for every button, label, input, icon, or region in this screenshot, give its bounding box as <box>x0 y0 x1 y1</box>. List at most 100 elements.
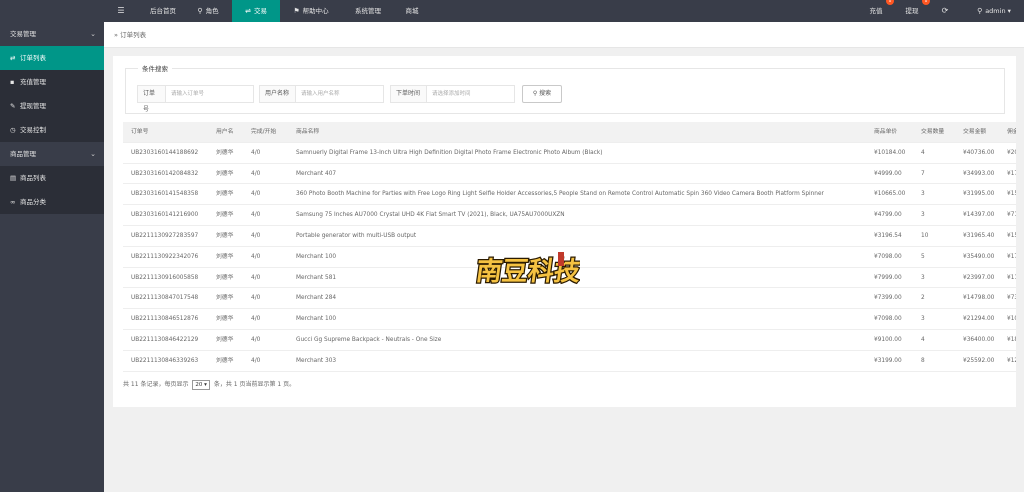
cell-progress: 4/0 <box>251 336 261 343</box>
cell-quantity: 4 <box>921 149 925 156</box>
cell-unit-price: ¥4999.00 <box>874 170 902 177</box>
cell-unit-price: ¥7999.00 <box>874 274 902 281</box>
sidebar-item-recharge[interactable]: ▪ 充值管理 <box>0 70 104 94</box>
cell-order-no: UB2303160142084832 <box>131 170 199 177</box>
col-order-no: 订单号 <box>131 129 149 135</box>
cell-username: 刘德华 <box>216 336 234 343</box>
table-header: 订单号 用户名 完成/开始 商品名称 商品单价 交易数量 交易金额 佣金 <box>123 122 1016 143</box>
col-commission: 佣金 <box>1007 129 1016 135</box>
sidebar-group-goods[interactable]: 商品管理 ⌄ <box>0 142 104 166</box>
cell-amount: ¥36400.00 <box>963 336 995 343</box>
exchange-icon: ⇌ <box>245 7 251 15</box>
cell-quantity: 7 <box>921 170 925 177</box>
sidebar-item-goods-category[interactable]: ∞ 商品分类 <box>0 190 104 214</box>
list-icon: ⇄ <box>10 54 16 62</box>
nav-help[interactable]: ⚑ 帮助中心 <box>286 0 336 22</box>
search-legend: 条件搜索 <box>138 64 172 74</box>
watermark-text: 南豆科技 <box>474 256 580 287</box>
cell-quantity: 3 <box>921 274 925 281</box>
cell-progress: 4/0 <box>251 295 261 302</box>
cell-unit-price: ¥3199.00 <box>874 357 902 364</box>
cell-product-name: Gucci Gg Supreme Backpack - Neutrals - O… <box>296 336 442 343</box>
link-icon: ∞ <box>10 198 16 206</box>
cart-icon: ▤ <box>10 174 17 182</box>
cell-quantity: 10 <box>921 232 929 239</box>
cell-commission: ¥15 <box>1007 191 1016 198</box>
nav-system[interactable]: 系统管理 <box>348 0 388 22</box>
cell-unit-price: ¥9100.00 <box>874 336 902 343</box>
refresh-icon[interactable]: ⟳ <box>938 0 952 22</box>
nav-mall[interactable]: 商城 <box>398 0 426 22</box>
cell-order-no: UB2211130916005858 <box>131 274 199 281</box>
order-time-input[interactable]: 请选择添加时间 <box>427 85 515 103</box>
cell-order-no: UB2211130922342076 <box>131 253 199 260</box>
cell-username: 刘德华 <box>216 274 234 281</box>
search-button[interactable]: ⚲ 搜索 <box>522 85 562 103</box>
chevron-down-icon: ⌄ <box>90 30 96 38</box>
double-chevron-icon: » <box>114 31 118 39</box>
order-no-label: 订单号 <box>137 85 166 113</box>
cell-amount: ¥35490.00 <box>963 253 995 260</box>
cell-progress: 4/0 <box>251 274 261 281</box>
withdraw-badge: 0 <box>922 0 930 5</box>
col-unit-price: 商品单价 <box>874 129 898 135</box>
recharge-badge: 0 <box>886 0 894 5</box>
cell-unit-price: ¥3196.54 <box>874 232 902 239</box>
sidebar-item-orders[interactable]: ⇄ 订单列表 <box>0 46 104 70</box>
cell-order-no: UB2303160141216900 <box>131 212 199 219</box>
cell-progress: 4/0 <box>251 232 261 239</box>
cell-product-name: Portable generator with multi-USB output <box>296 232 417 239</box>
chat-icon: ▪ <box>10 78 15 86</box>
cell-product-name: Samsung 75 Inches AU7000 Crystal UHD 4K … <box>296 212 565 219</box>
top-navbar: ☰ 后台首页 ⚲ 角色 ⇌ 交易 ⚑ 帮助中心 系统管理 商城 充值 0 提现 0 ⟳… <box>0 0 1024 22</box>
cell-username: 刘德华 <box>216 149 234 156</box>
cell-amount: ¥21294.00 <box>963 316 995 323</box>
cell-product-name: Merchant 284 <box>296 295 337 302</box>
nav-home[interactable]: 后台首页 <box>140 0 186 22</box>
cell-username: 刘德华 <box>216 232 234 239</box>
user-menu[interactable]: ⚲ admin ▾ <box>968 0 1020 22</box>
cell-product-name: Samnuerly Digital Frame 13-Inch Ultra Hi… <box>296 149 603 156</box>
cell-order-no: UB2211130927283597 <box>131 232 199 239</box>
sidebar-item-goods-list[interactable]: ▤ 商品列表 <box>0 166 104 190</box>
page-size-select[interactable]: 20 ▾ <box>192 380 210 390</box>
cell-unit-price: ¥4799.00 <box>874 212 902 219</box>
user-icon: ⚲ <box>977 7 983 15</box>
sidebar: 交易管理 ⌄ ⇄ 订单列表 ▪ 充值管理 ✎ 提现管理 ◷ 交易控制 商品管理 ⌄ ▤ 商品列… <box>0 22 104 492</box>
cell-username: 刘德华 <box>216 170 234 177</box>
clock-icon: ◷ <box>10 126 16 134</box>
nav-trade[interactable]: ⇌ 交易 <box>232 0 280 22</box>
sidebar-item-withdraw[interactable]: ✎ 提现管理 <box>0 94 104 118</box>
sidebar-item-control[interactable]: ◷ 交易控制 <box>0 118 104 142</box>
cell-username: 刘德华 <box>216 357 234 364</box>
cell-order-no: UB2303160144188692 <box>131 149 199 156</box>
chevron-down-icon: ▾ <box>1007 7 1011 15</box>
nav-roles[interactable]: ⚲ 角色 <box>188 0 228 22</box>
recharge-link[interactable]: 充值 0 <box>864 0 894 22</box>
cell-progress: 4/0 <box>251 191 261 198</box>
sidebar-group-trade[interactable]: 交易管理 ⌄ <box>0 22 104 46</box>
cell-username: 刘德华 <box>216 295 234 302</box>
cell-amount: ¥34993.00 <box>963 170 995 177</box>
menu-icon[interactable]: ☰ <box>114 0 128 22</box>
cell-amount: ¥23997.00 <box>963 274 995 281</box>
cell-product-name: 360 Photo Booth Machine for Parties with… <box>296 191 824 198</box>
cell-amount: ¥14397.00 <box>963 212 995 219</box>
main-panel: 条件搜索 订单号 请输入订单号 用户名称 请输入用户名称 下单时间 请选择添加时… <box>113 56 1016 407</box>
username-input[interactable]: 请输入用户名称 <box>296 85 384 103</box>
user-icon: ⚲ <box>197 7 203 15</box>
cell-quantity: 2 <box>921 295 925 302</box>
withdraw-link[interactable]: 提现 0 <box>900 0 930 22</box>
order-time-label: 下单时间 <box>390 85 427 103</box>
cell-commission: ¥17 <box>1007 170 1016 177</box>
wrench-icon: ✎ <box>10 102 16 110</box>
order-no-input[interactable]: 请输入订单号 <box>166 85 254 103</box>
pagination-info: 共 11 条记录，每页显示 20 ▾ 条，共 1 页当前显示第 1 页。 <box>123 380 296 390</box>
cell-progress: 4/0 <box>251 357 261 364</box>
cell-order-no: UB2211130846422129 <box>131 336 199 343</box>
col-amount: 交易金额 <box>963 129 987 135</box>
table-row: UB2211130846339263 刘德华 4/0 Merchant 303 ¥319… <box>123 351 1016 372</box>
cell-unit-price: ¥10665.00 <box>874 191 906 198</box>
search-fieldset: 条件搜索 订单号 请输入订单号 用户名称 请输入用户名称 下单时间 请选择添加时… <box>125 64 1005 114</box>
breadcrumb[interactable]: » 订单列表 <box>114 22 146 48</box>
